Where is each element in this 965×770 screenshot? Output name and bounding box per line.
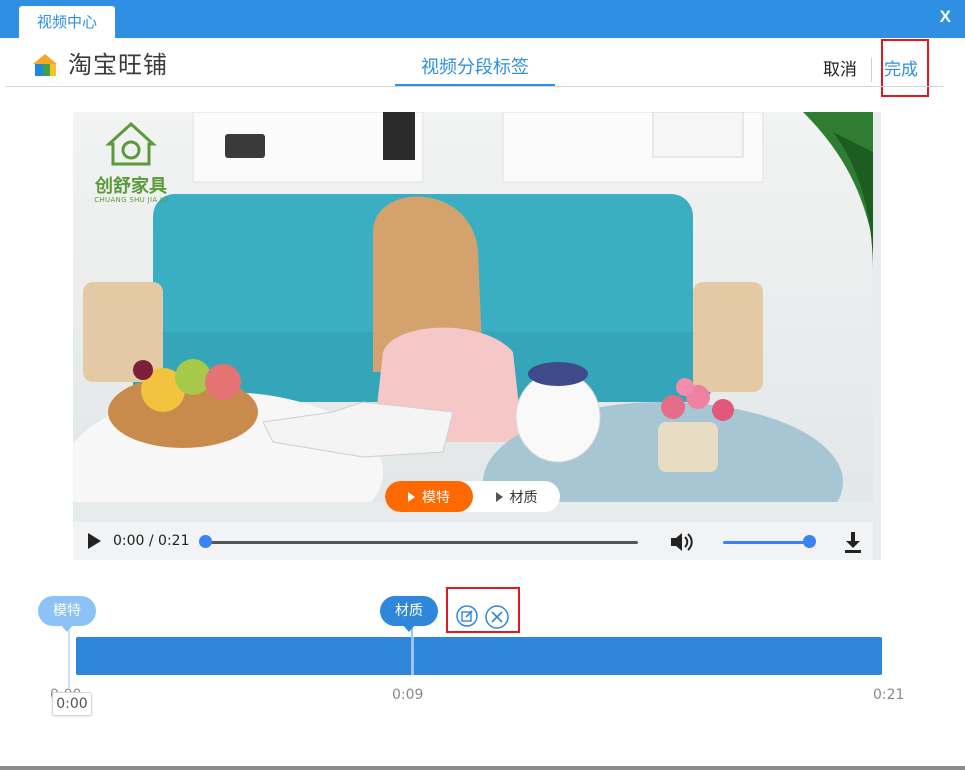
close-icon[interactable]: X <box>940 6 951 28</box>
logo: 淘宝旺铺 <box>30 50 168 80</box>
timeline-tag-material[interactable]: 材质 <box>380 596 438 632</box>
segment-label: 材质 <box>509 489 538 506</box>
segment-tab-material[interactable]: 材质 <box>473 481 560 512</box>
video-frame[interactable]: 创舒家具 CHUANG SHU JIA JU <box>73 112 873 522</box>
bottom-border <box>0 766 965 770</box>
cursor-line[interactable] <box>68 626 70 688</box>
brand-subtitle: CHUANG SHU JIA JU <box>94 196 168 204</box>
play-icon[interactable] <box>88 533 101 549</box>
segment-switcher: 模特 材质 <box>385 481 560 512</box>
tab-video-segment-tags[interactable]: 视频分段标签 <box>395 54 555 82</box>
brand-watermark: 创舒家具 CHUANG SHU JIA JU <box>91 120 171 210</box>
volume-knob[interactable] <box>803 535 816 548</box>
progress-knob[interactable] <box>199 535 212 548</box>
time-display: 0:00 / 0:21 <box>113 533 190 549</box>
brand-name: 创舒家具 <box>95 176 167 197</box>
timeline-tag-model[interactable]: 模特 <box>38 596 96 632</box>
play-arrow-icon <box>408 491 415 502</box>
segment-label: 模特 <box>422 489 450 506</box>
logo-text: 淘宝旺铺 <box>68 51 168 79</box>
cursor-time-label: 0:00 <box>52 692 92 716</box>
delete-icon[interactable] <box>485 605 509 629</box>
timeline-tick-mid: 0:09 <box>392 687 424 703</box>
window-tab[interactable]: 视频中心 <box>19 6 115 38</box>
download-icon[interactable] <box>843 530 863 554</box>
timeline-bar[interactable] <box>76 637 882 675</box>
play-arrow-icon <box>495 491 503 502</box>
segment-divider <box>411 637 414 675</box>
timeline-tick-end: 0:21 <box>873 687 905 703</box>
volume-fill <box>723 541 809 544</box>
video-scroll-edge <box>873 112 881 560</box>
segment-tab-model[interactable]: 模特 <box>385 481 473 512</box>
video-scene <box>73 112 873 522</box>
volume-icon[interactable] <box>669 531 695 553</box>
player-controls: 0:00 / 0:21 <box>73 522 873 560</box>
done-highlight-box <box>881 39 929 97</box>
logo-icon <box>30 50 60 80</box>
progress-track[interactable] <box>205 541 638 544</box>
header-divider <box>871 58 872 82</box>
edit-icon[interactable] <box>456 605 478 627</box>
title-bar: 视频中心 X <box>0 0 965 38</box>
house-logo-icon <box>105 121 157 166</box>
cancel-button[interactable]: 取消 <box>823 58 857 82</box>
header-divider-line <box>6 86 944 87</box>
